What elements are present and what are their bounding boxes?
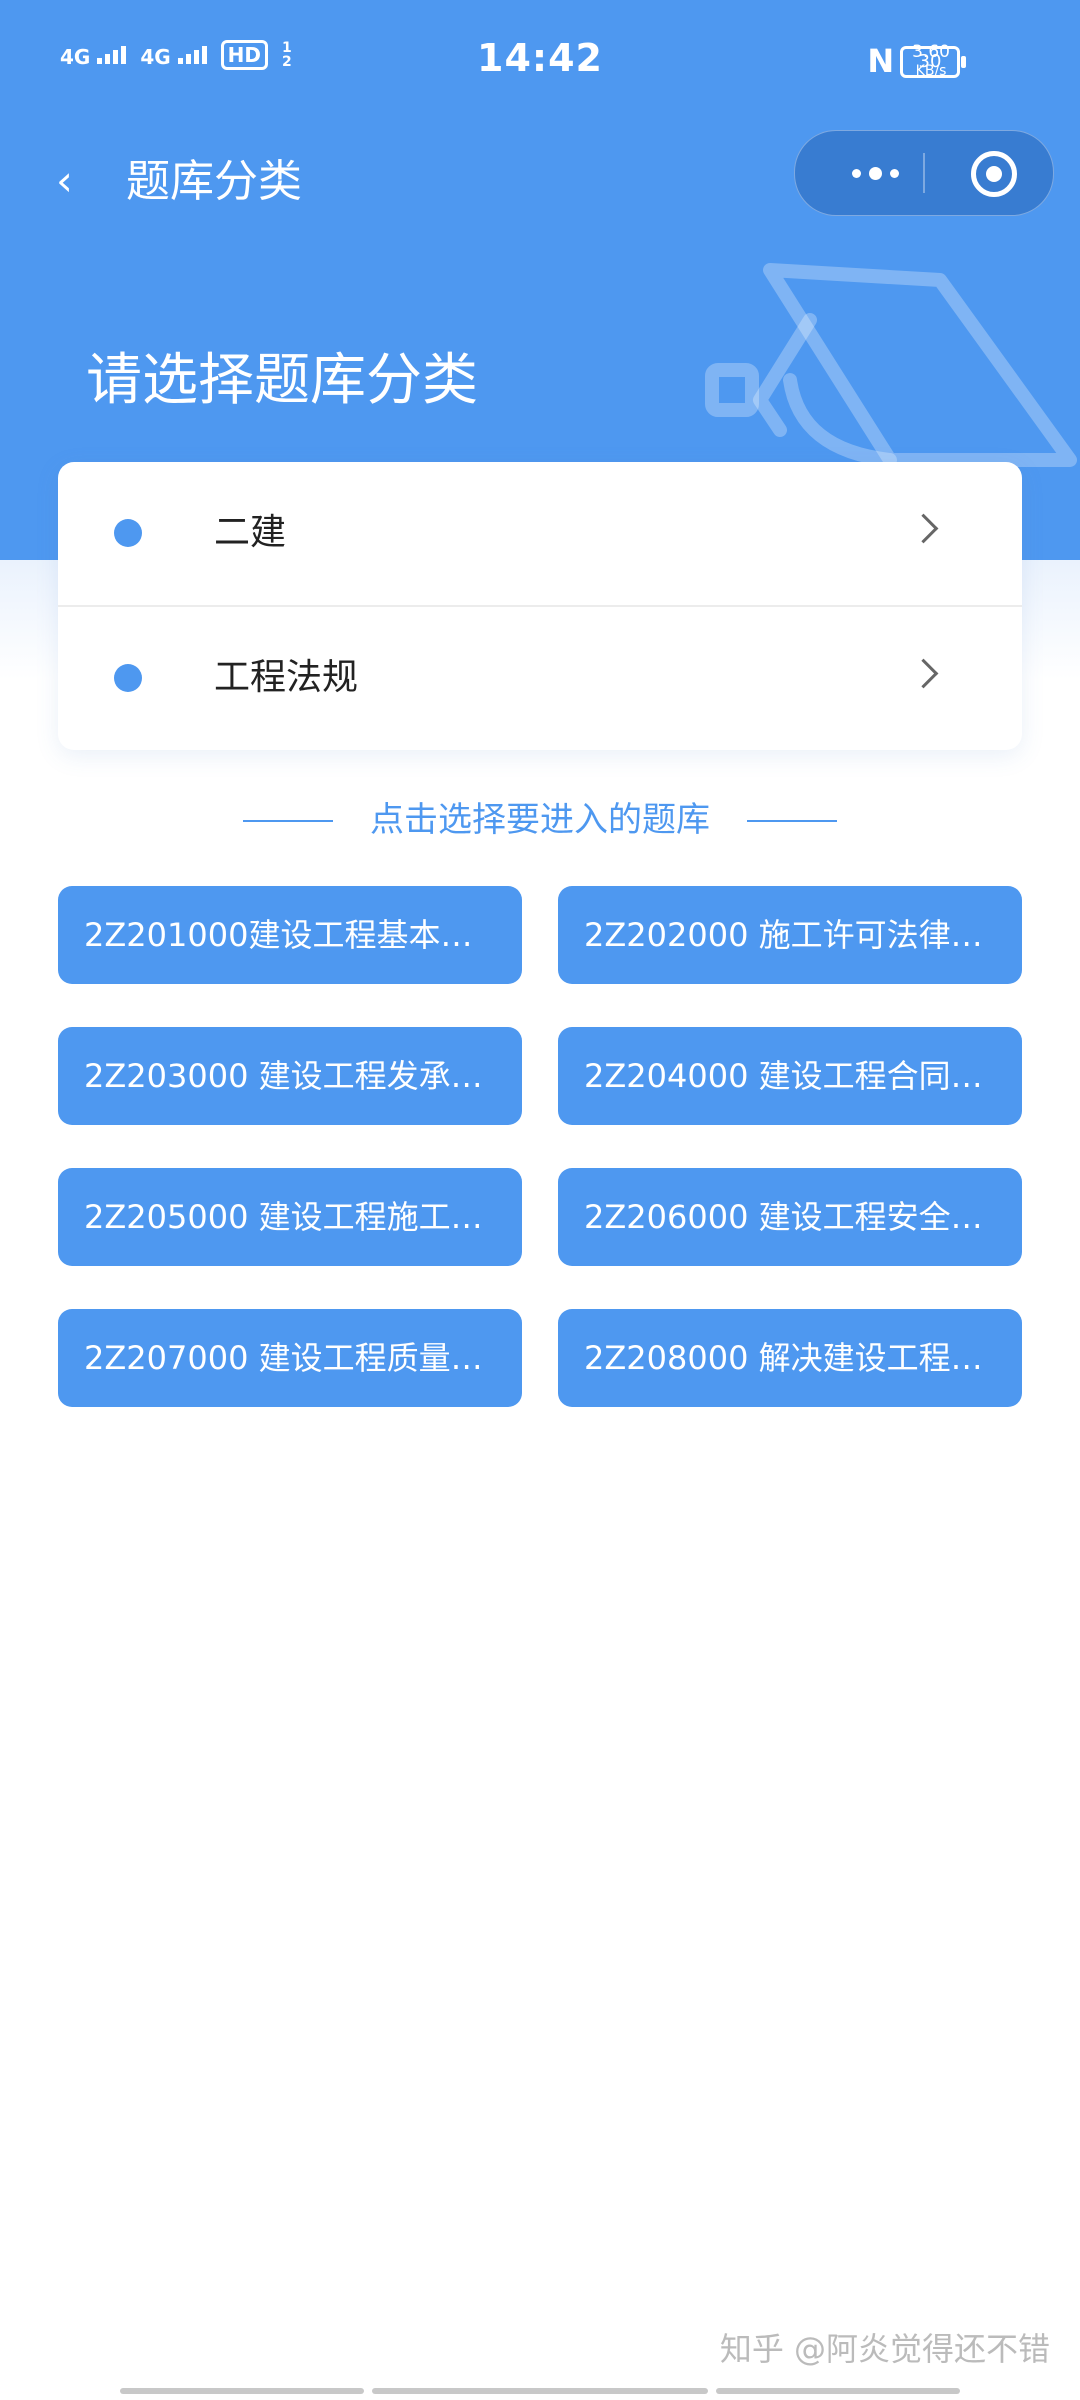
- back-button[interactable]: ‹: [56, 156, 96, 206]
- prompt-divider-right: [747, 820, 837, 822]
- chevron-right-icon: [908, 658, 939, 689]
- watermark: 知乎 @阿炎觉得还不错: [719, 2330, 1050, 2368]
- page-title: 题库分类: [126, 156, 302, 207]
- bank-button-2z201000[interactable]: 2Z201000建设工程基本…: [58, 886, 522, 984]
- category-label: 二建: [214, 512, 287, 553]
- category-row-subject[interactable]: 工程法规: [58, 605, 1022, 750]
- more-dots-icon[interactable]: [835, 131, 915, 215]
- graduation-cap-icon: [705, 263, 1077, 467]
- capsule-divider: [923, 153, 925, 193]
- bullet-dot-icon: [114, 519, 142, 547]
- bank-button-2z205000[interactable]: 2Z205000 建设工程施工…: [58, 1168, 522, 1266]
- nav-bar: ‹ 题库分类: [0, 130, 1080, 234]
- bank-button-2z204000[interactable]: 2Z204000 建设工程合同…: [558, 1027, 1022, 1125]
- page-heading: 请选择题库分类: [86, 348, 478, 413]
- chevron-right-icon: [908, 513, 939, 544]
- mini-program-capsule: [794, 130, 1054, 216]
- category-row-level[interactable]: 二建: [58, 462, 1022, 605]
- nav-gesture-bar-right: [716, 2388, 960, 2394]
- prompt-text: 点击选择要进入的题库: [370, 800, 710, 840]
- bank-button-2z202000[interactable]: 2Z202000 施工许可法律…: [558, 886, 1022, 984]
- category-label: 工程法规: [214, 657, 359, 698]
- category-card: 二建 工程法规: [58, 462, 1022, 750]
- status-bar: 4G 4G HD 1 2 14:42 N 3.60 KB/s 30: [0, 0, 1080, 124]
- bullet-dot-icon: [114, 664, 142, 692]
- nav-gesture-bar-center: [372, 2388, 708, 2394]
- select-prompt: 点击选择要进入的题库: [0, 790, 1080, 850]
- target-icon[interactable]: [971, 151, 1017, 197]
- bank-button-2z203000[interactable]: 2Z203000 建设工程发承…: [58, 1027, 522, 1125]
- bank-button-2z207000[interactable]: 2Z207000 建设工程质量…: [58, 1309, 522, 1407]
- battery-icon: 30: [900, 46, 966, 78]
- bank-button-2z208000[interactable]: 2Z208000 解决建设工程…: [558, 1309, 1022, 1407]
- nav-gesture-bar-left: [120, 2388, 364, 2394]
- nfc-icon: N: [867, 42, 895, 80]
- bank-button-2z206000[interactable]: 2Z206000 建设工程安全…: [558, 1168, 1022, 1266]
